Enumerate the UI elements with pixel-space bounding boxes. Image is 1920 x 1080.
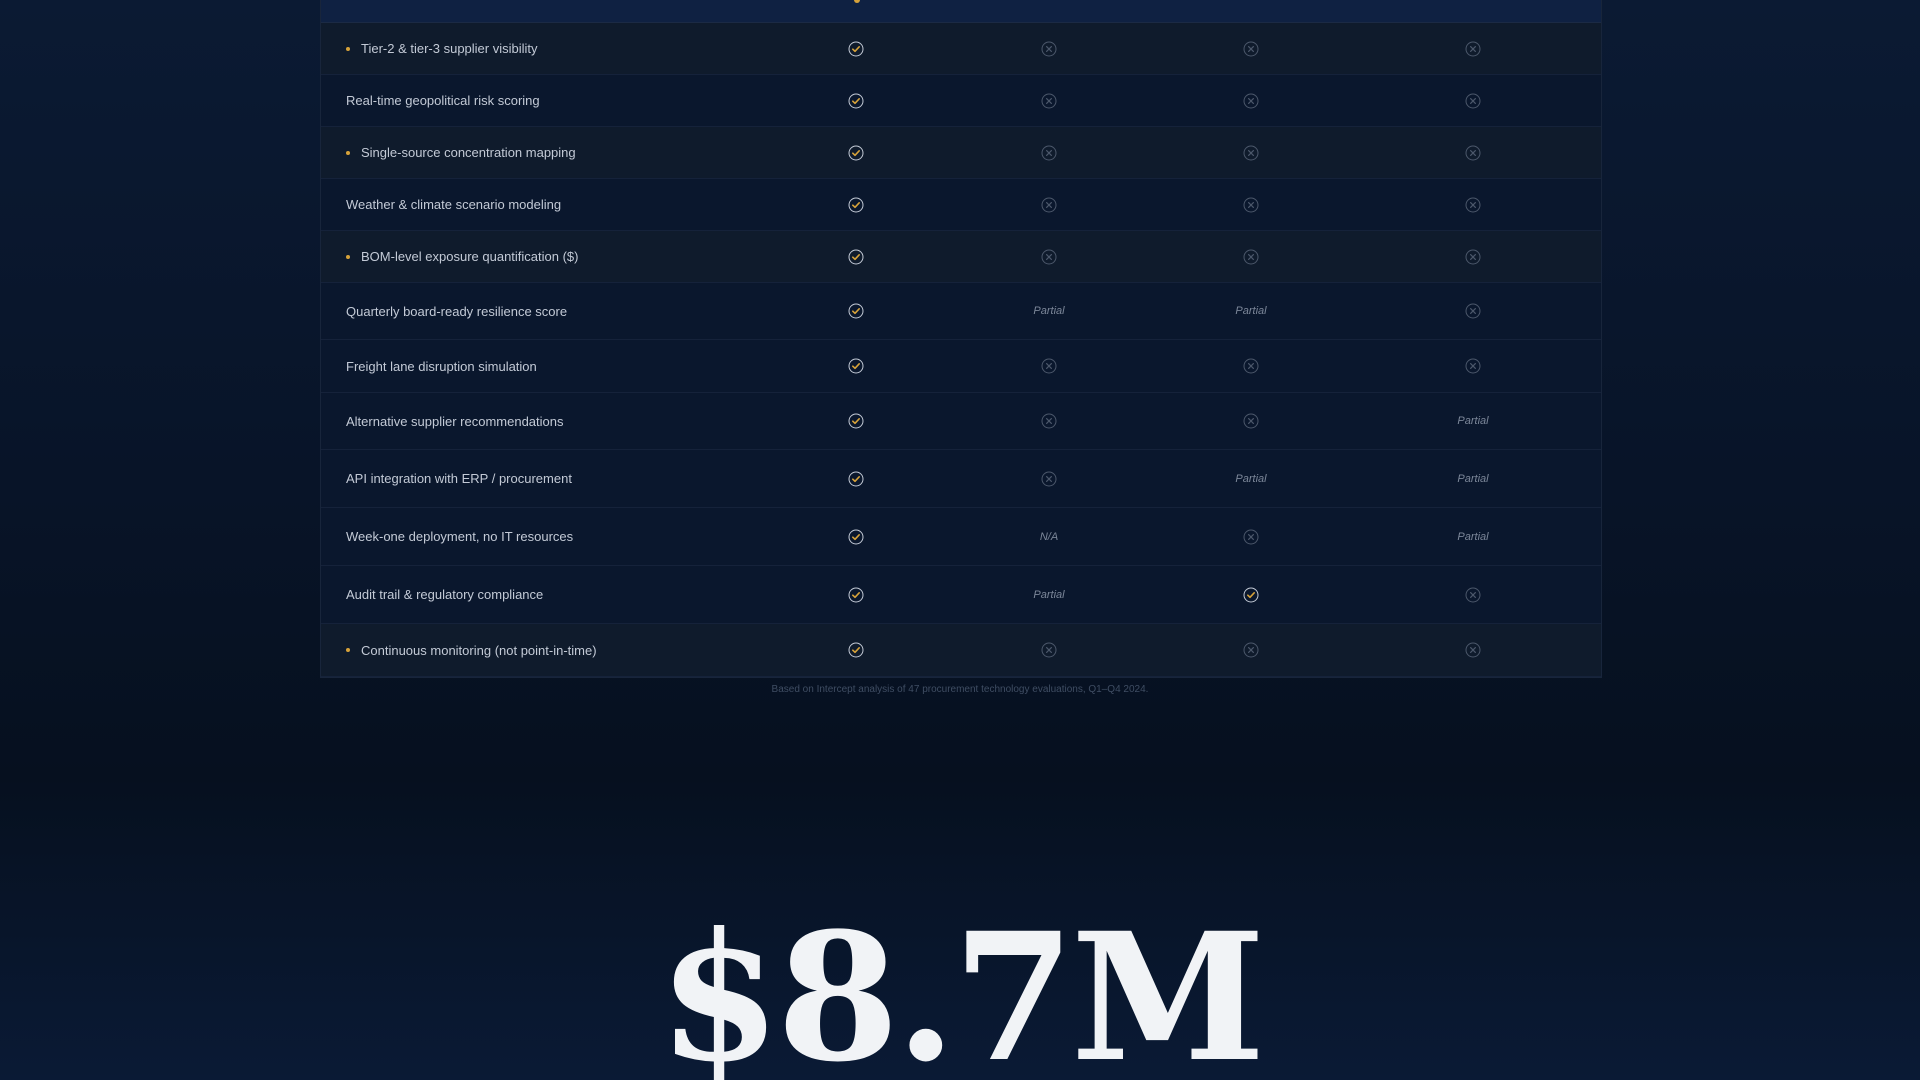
check-icon	[1243, 587, 1259, 603]
status-text: Partial	[1033, 588, 1065, 601]
table-row: Freight lane disruption simulation	[321, 340, 1601, 393]
x-circle-icon	[1041, 197, 1057, 213]
x-circle-icon	[1465, 145, 1481, 161]
x-circle-icon	[1243, 358, 1259, 374]
accent-bullet	[346, 648, 350, 652]
check-icon	[848, 41, 864, 57]
feature-cell: Freight lane disruption simulation	[346, 359, 537, 374]
check-icon	[848, 249, 864, 265]
accent-bullet	[346, 254, 350, 259]
table-row: Continuous monitoring (not point-in-time…	[321, 624, 1601, 677]
x-circle-icon	[1465, 642, 1481, 658]
feature-label: Continuous monitoring (not point-in-time…	[361, 642, 597, 658]
feature-cell: Continuous monitoring (not point-in-time…	[346, 643, 597, 658]
page: Tier-2 & tier-3 supplier visibility Real-…	[0, 0, 1920, 1080]
check-icon	[848, 529, 864, 545]
x-circle-icon	[1465, 358, 1481, 374]
status-text: Partial	[1457, 530, 1489, 543]
check-icon	[848, 413, 864, 429]
feature-cell: Quarterly board-ready resilience score	[346, 304, 567, 319]
status-text: N/A	[1039, 530, 1059, 543]
feature-cell: Tier-2 & tier-3 supplier visibility	[346, 41, 538, 56]
table-row: Week-one deployment, no IT resources N/A P…	[321, 508, 1601, 566]
x-circle-icon	[1041, 358, 1057, 374]
feature-label: BOM-level exposure quantification ($)	[361, 249, 579, 264]
x-circle-icon	[1243, 642, 1259, 658]
x-circle-icon	[1465, 303, 1481, 319]
status-text: Partial	[1235, 472, 1267, 485]
accent-bullet	[346, 46, 350, 51]
x-circle-icon	[1465, 93, 1481, 109]
footnote: Based on Intercept analysis of 47 procur…	[771, 684, 1149, 695]
x-circle-icon	[1041, 471, 1057, 487]
check-icon	[848, 587, 864, 603]
x-circle-icon	[1243, 93, 1259, 109]
x-circle-icon	[1243, 41, 1259, 57]
feature-label: Weather & climate scenario modeling	[346, 197, 562, 212]
table-row: Quarterly board-ready resilience score Pa…	[321, 283, 1601, 340]
comparison-table: Tier-2 & tier-3 supplier visibility Real-…	[320, 0, 1602, 678]
x-circle-icon	[1041, 145, 1057, 161]
table-row: BOM-level exposure quantification ($)	[321, 231, 1601, 283]
table-row: API integration with ERP / procurement Pa…	[321, 450, 1601, 508]
table-row: Audit trail & regulatory compliance Parti…	[321, 566, 1601, 624]
check-icon	[848, 145, 864, 161]
table-row: Real-time geopolitical risk scoring	[321, 75, 1601, 127]
accent-bullet	[346, 150, 350, 155]
x-circle-icon	[1041, 249, 1057, 265]
status-text: Partial	[1457, 472, 1489, 485]
check-icon	[848, 303, 864, 319]
table-row: Single-source concentration mapping	[321, 127, 1601, 179]
x-circle-icon	[1243, 413, 1259, 429]
feature-label: Single-source concentration mapping	[361, 145, 576, 160]
x-circle-icon	[1465, 41, 1481, 57]
feature-cell: Week-one deployment, no IT resources	[346, 529, 573, 544]
feature-cell: BOM-level exposure quantification ($)	[346, 249, 579, 264]
feature-label: API integration with ERP / procurement	[346, 471, 572, 486]
x-circle-icon	[1465, 587, 1481, 603]
feature-label: Alternative supplier recommendations	[346, 413, 564, 429]
table-row: Alternative supplier recommendations Part…	[321, 393, 1601, 450]
check-icon	[848, 471, 864, 487]
feature-label: Tier-2 & tier-3 supplier visibility	[361, 41, 538, 56]
check-icon	[848, 197, 864, 213]
x-circle-icon	[1243, 529, 1259, 545]
table-header	[321, 0, 1601, 23]
x-circle-icon	[1243, 197, 1259, 213]
x-circle-icon	[1243, 249, 1259, 265]
status-text: Partial	[1033, 305, 1065, 317]
feature-label: Audit trail & regulatory compliance	[346, 587, 544, 602]
feature-cell: Alternative supplier recommendations	[346, 414, 564, 429]
table-body: Tier-2 & tier-3 supplier visibility Real-…	[321, 23, 1601, 677]
feature-cell: Single-source concentration mapping	[346, 145, 576, 160]
header-accent-dot	[854, 0, 860, 3]
status-text: Partial	[1457, 415, 1489, 427]
x-circle-icon	[1041, 41, 1057, 57]
feature-cell: API integration with ERP / procurement	[346, 471, 572, 486]
feature-label: Freight lane disruption simulation	[346, 358, 537, 374]
feature-cell: Audit trail & regulatory compliance	[346, 587, 543, 602]
table-row: Weather & climate scenario modeling	[321, 179, 1601, 231]
x-circle-icon	[1465, 249, 1481, 265]
stat-value: $8.7M	[658, 894, 1265, 1080]
feature-label: Real-time geopolitical risk scoring	[346, 93, 540, 108]
feature-label: Week-one deployment, no IT resources	[346, 529, 574, 544]
check-icon	[848, 93, 864, 109]
check-icon	[848, 642, 864, 658]
status-text: Partial	[1235, 305, 1267, 317]
feature-cell: Real-time geopolitical risk scoring	[346, 93, 540, 108]
feature-cell: Weather & climate scenario modeling	[346, 197, 561, 212]
feature-label: Quarterly board-ready resilience score	[346, 303, 568, 319]
check-icon	[848, 358, 864, 374]
x-circle-icon	[1243, 145, 1259, 161]
x-circle-icon	[1041, 413, 1057, 429]
x-circle-icon	[1465, 197, 1481, 213]
table-row: Tier-2 & tier-3 supplier visibility	[321, 23, 1601, 75]
x-circle-icon	[1041, 93, 1057, 109]
x-circle-icon	[1041, 642, 1057, 658]
